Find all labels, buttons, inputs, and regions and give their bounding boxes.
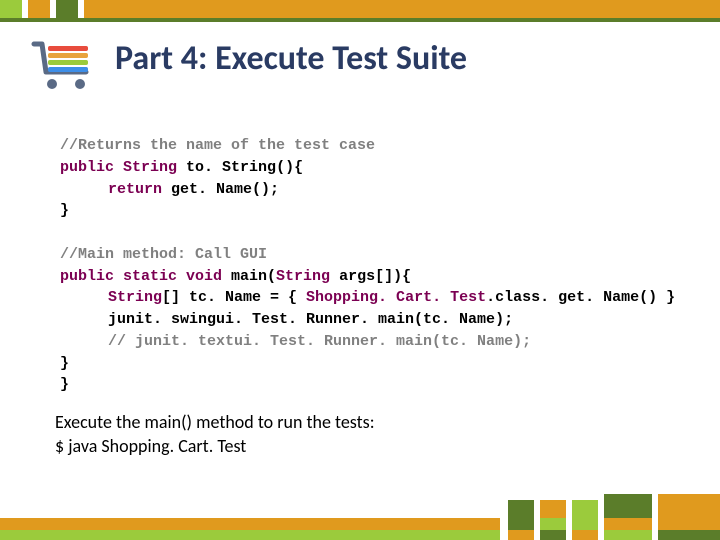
bottom-long-orange <box>0 518 500 530</box>
bottom-block-a2 <box>508 530 534 540</box>
bottom-block-d1 <box>604 494 652 518</box>
code-getname: .class. get. Name() } <box>486 289 675 306</box>
code-comment-2: //Main method: Call GUI <box>60 246 267 263</box>
code-brace-2: } <box>60 355 69 372</box>
code-type-string3: String <box>108 289 162 306</box>
bottom-block-e2 <box>658 530 720 540</box>
code-kw-public: public <box>60 159 114 176</box>
execution-note: Execute the main() method to run the tes… <box>55 410 375 459</box>
bottom-block-a1 <box>508 500 534 530</box>
code-swingui-runner: junit. swingui. Test. Runner. main(tc. N… <box>108 311 513 328</box>
bottom-color-bar <box>0 480 720 540</box>
bottom-long-green <box>0 530 500 540</box>
code-comment-1: //Returns the name of the test case <box>60 137 375 154</box>
top-seg-green <box>0 0 22 18</box>
code-class-shoppingcarttest: Shopping. Cart. Test <box>306 289 486 306</box>
code-brace-3: } <box>60 376 69 393</box>
code-kw-public-static-void: public static void <box>60 268 222 285</box>
top-seg-orange <box>28 0 50 18</box>
note-line-1: Execute the main() method to run the tes… <box>55 410 375 434</box>
bottom-block-d3 <box>604 530 652 540</box>
bottom-block-c2 <box>572 530 598 540</box>
code-tcname-decl: [] tc. Name = { <box>162 289 306 306</box>
bottom-block-d2 <box>604 518 652 530</box>
bottom-block-b3 <box>540 530 566 540</box>
code-return-call: get. Name(); <box>162 181 279 198</box>
bottom-block-b2 <box>540 518 566 530</box>
shopping-cart-icon <box>30 38 100 93</box>
bottom-block-e1 <box>658 494 720 530</box>
code-type-string2: String <box>276 268 330 285</box>
code-textui-runner-commented: // junit. textui. Test. Runner. main(tc.… <box>108 333 531 350</box>
note-line-2: $ java Shopping. Cart. Test <box>55 434 375 458</box>
bottom-block-c1 <box>572 500 598 530</box>
code-brace-1: } <box>60 202 69 219</box>
code-method-tostring: to. String(){ <box>177 159 303 176</box>
top-seg-darkgreen <box>56 0 78 18</box>
code-type-string: String <box>123 159 177 176</box>
top-underline <box>0 18 720 22</box>
code-method-main: main( <box>222 268 276 285</box>
top-seg-long <box>84 0 720 18</box>
code-kw-return: return <box>108 181 162 198</box>
bottom-block-b1 <box>540 500 566 518</box>
code-main-args: args[]){ <box>330 268 411 285</box>
top-color-bar <box>0 0 720 18</box>
slide-title: Part 4: Execute Test Suite <box>115 38 467 79</box>
code-block: //Returns the name of the test case publ… <box>60 135 675 396</box>
